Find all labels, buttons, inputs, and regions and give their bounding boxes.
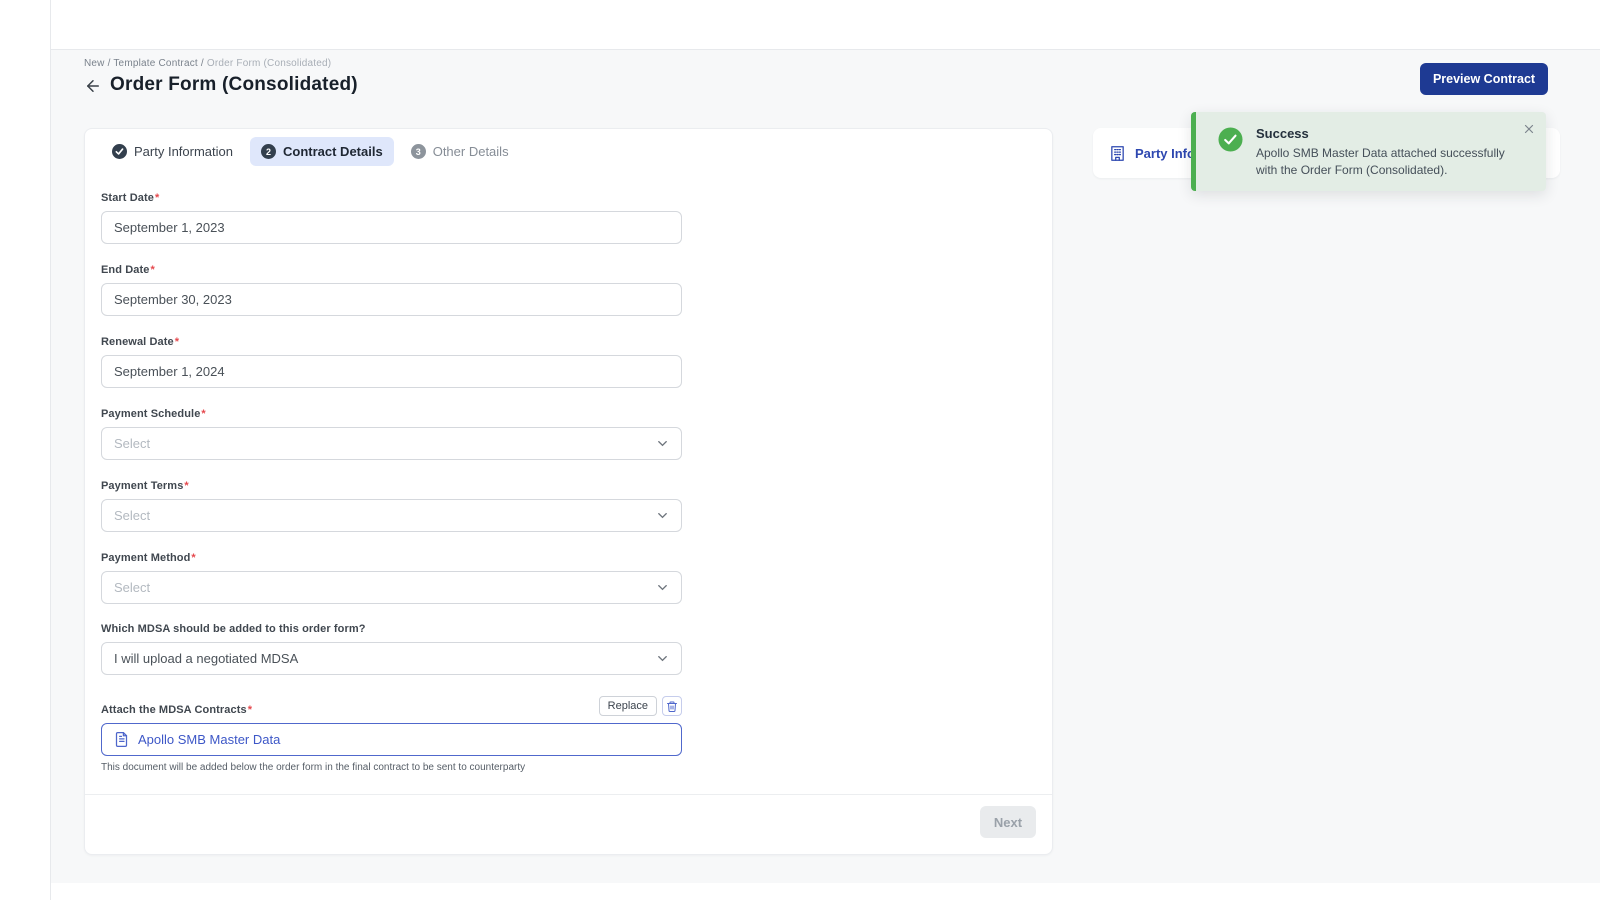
mdsa-choice-select[interactable]	[101, 642, 682, 675]
field-label: Payment Schedule*	[101, 408, 682, 420]
required-asterisk: *	[175, 336, 179, 348]
attached-document-name: Apollo SMB Master Data	[138, 732, 280, 747]
payment-terms-select[interactable]	[101, 499, 682, 532]
step-tabs: Party Information 2 Contract Details 3 O…	[101, 137, 520, 166]
toast-title: Success	[1256, 126, 1309, 141]
contract-form-card: Party Information 2 Contract Details 3 O…	[84, 128, 1053, 855]
step-number-badge: 3	[411, 144, 426, 159]
field-attach-mdsa: Attach the MDSA Contracts* Replace	[101, 696, 682, 773]
step-number-badge: 2	[261, 144, 276, 159]
field-label: Start Date*	[101, 192, 682, 204]
next-button[interactable]: Next	[980, 806, 1036, 838]
sidebar	[0, 0, 51, 900]
field-payment-method: Payment Method*	[101, 552, 682, 604]
required-asterisk: *	[201, 408, 205, 420]
delete-attachment-button[interactable]	[662, 696, 682, 716]
page-title: Order Form (Consolidated)	[110, 74, 358, 96]
top-header	[51, 0, 1600, 50]
tab-label: Other Details	[433, 144, 509, 159]
tab-label: Party Information	[134, 144, 233, 159]
back-arrow-icon[interactable]	[84, 77, 102, 95]
breadcrumb[interactable]: New / Template Contract / Order Form (Co…	[84, 58, 331, 69]
success-check-icon	[1218, 127, 1243, 152]
end-date-input[interactable]	[101, 283, 682, 316]
field-label: Which MDSA should be added to this order…	[101, 623, 682, 635]
attached-document-chip[interactable]: Apollo SMB Master Data	[101, 723, 682, 756]
field-payment-terms: Payment Terms*	[101, 480, 682, 532]
payment-schedule-select[interactable]	[101, 427, 682, 460]
tab-contract-details[interactable]: 2 Contract Details	[250, 137, 394, 166]
helper-text: This document will be added below the or…	[101, 762, 682, 773]
building-icon	[1109, 145, 1126, 162]
tab-other-details[interactable]: 3 Other Details	[400, 137, 520, 166]
field-label: End Date*	[101, 264, 682, 276]
footer-divider	[85, 794, 1052, 795]
required-asterisk: *	[184, 480, 188, 492]
payment-method-select[interactable]	[101, 571, 682, 604]
document-icon	[114, 731, 129, 748]
field-label: Renewal Date*	[101, 336, 682, 348]
field-end-date: End Date*	[101, 264, 682, 316]
field-renewal-date: Renewal Date*	[101, 336, 682, 388]
success-toast: Success Apollo SMB Master Data attached …	[1191, 112, 1546, 191]
tab-party-information[interactable]: Party Information	[101, 137, 244, 166]
renewal-date-input[interactable]	[101, 355, 682, 388]
field-label: Attach the MDSA Contracts*	[101, 704, 252, 716]
start-date-input[interactable]	[101, 211, 682, 244]
tab-label: Contract Details	[283, 144, 383, 159]
check-circle-icon	[112, 144, 127, 159]
field-label: Payment Method*	[101, 552, 682, 564]
breadcrumb-current: Order Form (Consolidated)	[207, 58, 331, 69]
close-icon[interactable]	[1522, 122, 1536, 136]
required-asterisk: *	[155, 192, 159, 204]
required-asterisk: *	[150, 264, 154, 276]
required-asterisk: *	[248, 704, 252, 716]
preview-contract-button[interactable]: Preview Contract	[1420, 63, 1548, 95]
content-bottom-strip	[51, 883, 1600, 900]
field-label: Payment Terms*	[101, 480, 682, 492]
breadcrumb-path: New / Template Contract /	[84, 58, 207, 69]
field-start-date: Start Date*	[101, 192, 682, 244]
field-payment-schedule: Payment Schedule*	[101, 408, 682, 460]
replace-button[interactable]: Replace	[599, 696, 657, 716]
field-mdsa-choice: Which MDSA should be added to this order…	[101, 623, 682, 675]
trash-icon	[666, 700, 678, 713]
required-asterisk: *	[191, 552, 195, 564]
toast-message: Apollo SMB Master Data attached successf…	[1256, 145, 1521, 179]
